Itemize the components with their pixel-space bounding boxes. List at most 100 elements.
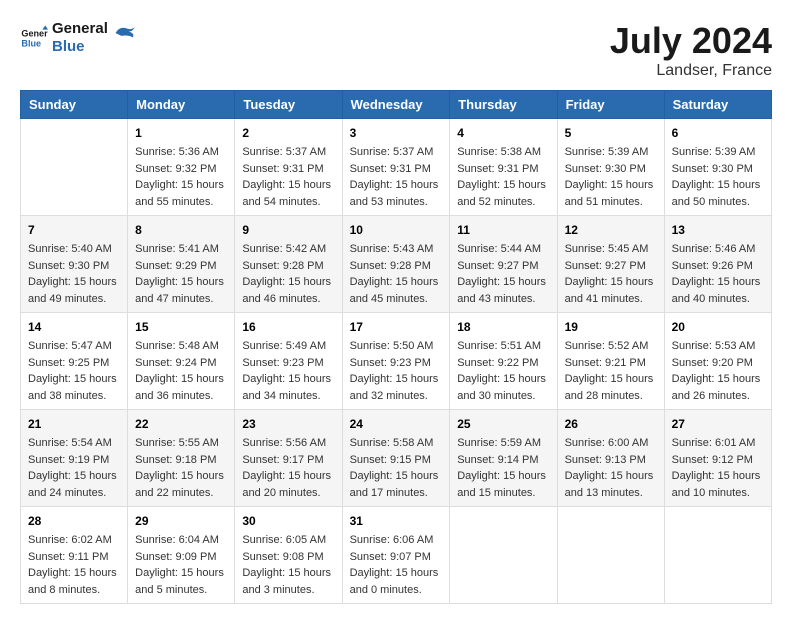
column-header-monday: Monday: [128, 91, 235, 119]
svg-text:General: General: [21, 29, 48, 39]
calendar-cell: 17Sunrise: 5:50 AMSunset: 9:23 PMDayligh…: [342, 313, 450, 410]
cell-sun-info: Sunrise: 5:55 AMSunset: 9:18 PMDaylight:…: [135, 435, 227, 501]
info-line: and 22 minutes.: [135, 485, 227, 502]
info-line: Sunset: 9:30 PM: [565, 161, 657, 178]
calendar-cell: 15Sunrise: 5:48 AMSunset: 9:24 PMDayligh…: [128, 313, 235, 410]
calendar-header-row: SundayMondayTuesdayWednesdayThursdayFrid…: [21, 91, 772, 119]
cell-sun-info: Sunrise: 5:54 AMSunset: 9:19 PMDaylight:…: [28, 435, 120, 501]
info-line: Sunset: 9:30 PM: [672, 161, 764, 178]
cell-sun-info: Sunrise: 5:52 AMSunset: 9:21 PMDaylight:…: [565, 338, 657, 404]
calendar-cell: 2Sunrise: 5:37 AMSunset: 9:31 PMDaylight…: [235, 119, 342, 216]
svg-text:Blue: Blue: [21, 38, 41, 48]
info-line: and 13 minutes.: [565, 485, 657, 502]
info-line: and 55 minutes.: [135, 194, 227, 211]
calendar-cell: 20 Sunrise: 5:53 AMSunset: 9:20 PMDayligh…: [664, 313, 771, 410]
calendar-cell: 9 Sunrise: 5:42 AMSunset: 9:28 PMDaylight…: [235, 216, 342, 313]
info-line: Sunset: 9:07 PM: [350, 549, 443, 566]
info-line: Sunrise: 6:04 AM: [135, 532, 227, 549]
info-line: and 43 minutes.: [457, 291, 549, 308]
day-number: 20: [672, 318, 764, 336]
day-number: 22: [135, 415, 227, 433]
info-line: Daylight: 15 hours: [350, 565, 443, 582]
info-line: Sunrise: 5:46 AM: [672, 241, 764, 258]
info-line: Sunset: 9:26 PM: [672, 258, 764, 275]
info-line: Sunset: 9:11 PM: [28, 549, 120, 566]
calendar-cell: 7 Sunrise: 5:40 AMSunset: 9:30 PMDaylight…: [21, 216, 128, 313]
day-number: 19: [565, 318, 657, 336]
day-number: 25: [457, 415, 549, 433]
info-line: Sunset: 9:27 PM: [565, 258, 657, 275]
day-number: 26: [565, 415, 657, 433]
info-line: Sunset: 9:14 PM: [457, 452, 549, 469]
info-line: Sunset: 9:28 PM: [350, 258, 443, 275]
info-line: Sunset: 9:22 PM: [457, 355, 549, 372]
day-number: 30: [242, 512, 334, 530]
info-line: and 52 minutes.: [457, 194, 549, 211]
info-line: Sunset: 9:31 PM: [457, 161, 549, 178]
column-header-saturday: Saturday: [664, 91, 771, 119]
day-number: 29: [135, 512, 227, 530]
calendar-cell: 10Sunrise: 5:43 AMSunset: 9:28 PMDayligh…: [342, 216, 450, 313]
info-line: Sunrise: 6:05 AM: [242, 532, 334, 549]
info-line: Sunset: 9:25 PM: [28, 355, 120, 372]
cell-sun-info: Sunrise: 6:02 AMSunset: 9:11 PMDaylight:…: [28, 532, 120, 598]
info-line: Daylight: 15 hours: [672, 274, 764, 291]
calendar-cell: 25 Sunrise: 5:59 AMSunset: 9:14 PMDayligh…: [450, 410, 557, 507]
calendar-cell: 13 Sunrise: 5:46 AMSunset: 9:26 PMDayligh…: [664, 216, 771, 313]
info-line: Sunrise: 5:54 AM: [28, 435, 120, 452]
day-number: 4: [457, 124, 549, 142]
info-line: Daylight: 15 hours: [350, 177, 443, 194]
info-line: and 10 minutes.: [672, 485, 764, 502]
cell-sun-info: Sunrise: 5:47 AMSunset: 9:25 PMDaylight:…: [28, 338, 120, 404]
calendar-cell: 6Sunrise: 5:39 AMSunset: 9:30 PMDaylight…: [664, 119, 771, 216]
cell-sun-info: Sunrise: 5:43 AMSunset: 9:28 PMDaylight:…: [350, 241, 443, 307]
info-line: and 34 minutes.: [242, 388, 334, 405]
calendar-cell: 14Sunrise: 5:47 AMSunset: 9:25 PMDayligh…: [21, 313, 128, 410]
info-line: Daylight: 15 hours: [28, 468, 120, 485]
info-line: and 38 minutes.: [28, 388, 120, 405]
info-line: Sunset: 9:21 PM: [565, 355, 657, 372]
cell-sun-info: Sunrise: 5:53 AMSunset: 9:20 PMDaylight:…: [672, 338, 764, 404]
logo: General Blue General Blue: [20, 20, 136, 56]
calendar-cell: [557, 507, 664, 604]
cell-sun-info: Sunrise: 5:59 AMSunset: 9:14 PMDaylight:…: [457, 435, 549, 501]
day-number: 7: [28, 221, 120, 239]
cell-sun-info: Sunrise: 5:42 AMSunset: 9:28 PMDaylight:…: [242, 241, 334, 307]
info-line: Daylight: 15 hours: [565, 177, 657, 194]
info-line: Sunset: 9:09 PM: [135, 549, 227, 566]
calendar-cell: [21, 119, 128, 216]
calendar-week-row: 7 Sunrise: 5:40 AMSunset: 9:30 PMDaylight…: [21, 216, 772, 313]
info-line: and 5 minutes.: [135, 582, 227, 599]
info-line: Sunset: 9:31 PM: [350, 161, 443, 178]
cell-sun-info: Sunrise: 5:40 AMSunset: 9:30 PMDaylight:…: [28, 241, 120, 307]
column-header-tuesday: Tuesday: [235, 91, 342, 119]
location-subtitle: Landser, France: [610, 62, 772, 80]
column-header-thursday: Thursday: [450, 91, 557, 119]
day-number: 8: [135, 221, 227, 239]
info-line: Sunrise: 5:43 AM: [350, 241, 443, 258]
cell-sun-info: Sunrise: 6:05 AMSunset: 9:08 PMDaylight:…: [242, 532, 334, 598]
info-line: and 28 minutes.: [565, 388, 657, 405]
info-line: Sunset: 9:31 PM: [242, 161, 334, 178]
info-line: and 30 minutes.: [457, 388, 549, 405]
info-line: and 47 minutes.: [135, 291, 227, 308]
info-line: Sunrise: 5:37 AM: [350, 144, 443, 161]
calendar-cell: 23Sunrise: 5:56 AMSunset: 9:17 PMDayligh…: [235, 410, 342, 507]
info-line: Sunset: 9:29 PM: [135, 258, 227, 275]
info-line: Sunset: 9:24 PM: [135, 355, 227, 372]
info-line: and 26 minutes.: [672, 388, 764, 405]
info-line: Sunrise: 5:59 AM: [457, 435, 549, 452]
day-number: 5: [565, 124, 657, 142]
info-line: Sunrise: 5:40 AM: [28, 241, 120, 258]
info-line: Daylight: 15 hours: [135, 371, 227, 388]
cell-sun-info: Sunrise: 5:41 AMSunset: 9:29 PMDaylight:…: [135, 241, 227, 307]
day-number: 13: [672, 221, 764, 239]
cell-sun-info: Sunrise: 5:39 AMSunset: 9:30 PMDaylight:…: [672, 144, 764, 210]
calendar-cell: 8 Sunrise: 5:41 AMSunset: 9:29 PMDaylight…: [128, 216, 235, 313]
day-number: 27: [672, 415, 764, 433]
day-number: 9: [242, 221, 334, 239]
info-line: Sunrise: 5:39 AM: [672, 144, 764, 161]
cell-sun-info: Sunrise: 5:51 AMSunset: 9:22 PMDaylight:…: [457, 338, 549, 404]
info-line: Sunset: 9:20 PM: [672, 355, 764, 372]
cell-sun-info: Sunrise: 6:06 AMSunset: 9:07 PMDaylight:…: [350, 532, 443, 598]
